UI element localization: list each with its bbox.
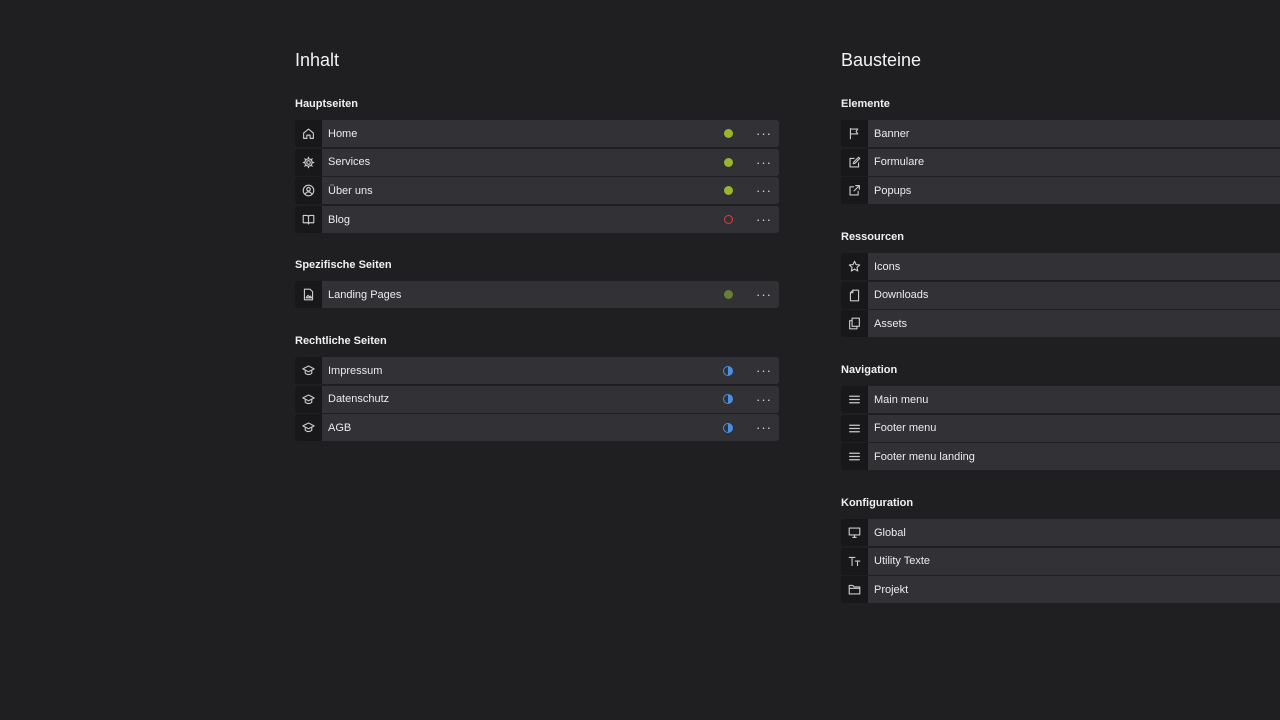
- item-label: Landing Pages: [328, 288, 402, 301]
- item-label: Home: [328, 127, 358, 140]
- blocks-column-title: Bausteine: [841, 50, 922, 70]
- list-item-ueber-uns[interactable]: Über uns ···: [295, 177, 779, 205]
- more-options-button[interactable]: ···: [751, 206, 777, 233]
- section-title: Elemente: [841, 98, 890, 110]
- status-indicator: [724, 186, 733, 196]
- status-indicator: [723, 394, 733, 405]
- item-label: Icons: [874, 260, 901, 273]
- status-indicator: [723, 365, 733, 376]
- more-options-button[interactable]: ···: [751, 177, 777, 204]
- item-label: Footer menu: [874, 422, 937, 435]
- item-label: Main menu: [874, 393, 929, 406]
- edit-form-icon: [841, 148, 868, 176]
- text-size-icon: [841, 547, 868, 575]
- item-label: Formulare: [874, 156, 925, 169]
- item-label: Services: [328, 156, 371, 169]
- gear-icon: [295, 148, 322, 176]
- section-title: Spezifische Seiten: [295, 259, 392, 271]
- monitor-icon: [841, 519, 868, 546]
- item-label: AGB: [328, 421, 352, 434]
- home-icon: [295, 120, 322, 147]
- list-item-assets[interactable]: Assets: [841, 310, 1280, 338]
- status-indicator: [724, 215, 733, 225]
- list-item-projekt[interactable]: Projekt: [841, 576, 1280, 604]
- item-label: Impressum: [328, 364, 383, 377]
- section-hauptseiten: Hauptseiten Home ··· Services ··· Über u…: [295, 97, 779, 235]
- flag-icon: [841, 120, 868, 147]
- more-options-button[interactable]: ···: [751, 386, 777, 413]
- graduation-cap-icon: [295, 357, 322, 384]
- document-icon: [841, 281, 868, 309]
- item-label: Banner: [874, 127, 910, 140]
- section-konfiguration: Konfiguration Global Utility Texte Proje…: [841, 496, 1280, 605]
- graduation-cap-icon: [295, 385, 322, 413]
- list-item-services[interactable]: Services ···: [295, 148, 779, 176]
- section-rechtliche-seiten: Rechtliche Seiten Impressum ··· Datensch…: [295, 334, 779, 443]
- graduation-cap-icon: [295, 414, 322, 442]
- item-label: Global: [874, 526, 906, 539]
- section-elemente: Elemente Banner Formulare Popups: [841, 97, 1280, 206]
- menu-icon: [841, 414, 868, 442]
- list-item-main-menu[interactable]: Main menu: [841, 386, 1280, 413]
- item-label: Projekt: [874, 583, 909, 596]
- folder-icon: [841, 576, 868, 604]
- item-label: Assets: [874, 317, 908, 330]
- more-options-button[interactable]: ···: [751, 281, 777, 308]
- content-column-title: Inhalt: [295, 50, 340, 70]
- star-icon: [841, 253, 868, 280]
- list-item-datenschutz[interactable]: Datenschutz ···: [295, 385, 779, 413]
- section-title: Hauptseiten: [295, 98, 358, 110]
- external-link-icon: [841, 177, 868, 205]
- book-icon: [295, 206, 322, 234]
- more-options-button[interactable]: ···: [751, 120, 777, 147]
- item-label: Blog: [328, 213, 351, 226]
- status-indicator: [724, 290, 733, 299]
- section-title: Ressourcen: [841, 231, 904, 243]
- status-indicator: [724, 129, 733, 138]
- section-title: Konfiguration: [841, 497, 914, 509]
- more-options-button[interactable]: ···: [751, 414, 777, 441]
- item-label: Über uns: [328, 184, 373, 197]
- list-item-formulare[interactable]: Formulare: [841, 148, 1280, 176]
- list-item-global[interactable]: Global: [841, 519, 1280, 546]
- status-indicator: [723, 422, 733, 433]
- image-file-icon: [295, 281, 322, 308]
- copy-icon: [841, 310, 868, 338]
- list-item-landing-pages[interactable]: Landing Pages ···: [295, 281, 779, 308]
- more-options-button[interactable]: ···: [751, 149, 777, 176]
- list-item-banner[interactable]: Banner: [841, 120, 1280, 147]
- item-label: Downloads: [874, 289, 929, 302]
- list-item-downloads[interactable]: Downloads: [841, 281, 1280, 309]
- list-item-home[interactable]: Home ···: [295, 120, 779, 147]
- more-options-button[interactable]: ···: [751, 357, 777, 384]
- item-label: Datenschutz: [328, 393, 390, 406]
- section-title: Navigation: [841, 364, 898, 376]
- user-circle-icon: [295, 177, 322, 205]
- list-item-icons[interactable]: Icons: [841, 253, 1280, 280]
- item-label: Footer menu landing: [874, 450, 975, 463]
- list-item-agb[interactable]: AGB ···: [295, 414, 779, 442]
- item-label: Popups: [874, 184, 912, 197]
- list-item-utility-texte[interactable]: Utility Texte: [841, 547, 1280, 575]
- list-item-impressum[interactable]: Impressum ···: [295, 357, 779, 384]
- item-label: Utility Texte: [874, 555, 931, 568]
- status-indicator: [724, 157, 733, 167]
- menu-icon: [841, 443, 868, 471]
- section-title: Rechtliche Seiten: [295, 335, 387, 347]
- list-item-blog[interactable]: Blog ···: [295, 206, 779, 234]
- list-item-footer-menu-landing[interactable]: Footer menu landing: [841, 443, 1280, 471]
- list-item-footer-menu[interactable]: Footer menu: [841, 414, 1280, 442]
- section-ressourcen: Ressourcen Icons Downloads Assets: [841, 230, 1280, 339]
- list-item-popups[interactable]: Popups: [841, 177, 1280, 205]
- section-navigation: Navigation Main menu Footer menu Footer …: [841, 363, 1280, 472]
- menu-icon: [841, 386, 868, 413]
- section-spezifische-seiten: Spezifische Seiten Landing Pages ···: [295, 258, 779, 310]
